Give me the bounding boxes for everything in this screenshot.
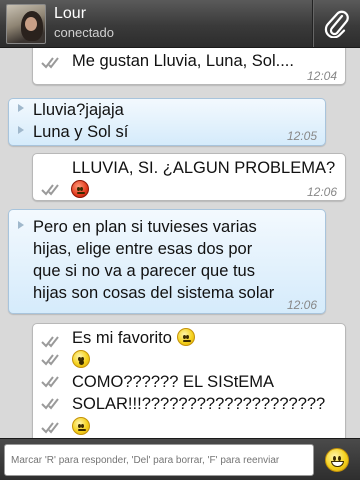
message-arrow-icon	[18, 126, 24, 134]
double-check-icon	[41, 398, 59, 410]
chat-header: Lour conectado	[0, 0, 360, 48]
angry-face-icon	[71, 180, 89, 198]
message-text: LLUVIA, SI. ¿ALGUN PROBLEMA?	[72, 159, 336, 177]
message-text: Lluvia?jajaja	[33, 101, 124, 119]
double-check-icon	[41, 336, 59, 348]
attach-button[interactable]	[312, 0, 360, 47]
double-check-icon	[41, 354, 59, 366]
double-check-icon	[41, 184, 59, 196]
message-time: 12:06	[286, 298, 317, 312]
message-text: COMO?????? EL SIStEMA	[72, 373, 275, 391]
message-text: Pero en plan si tuvieses varias	[33, 218, 257, 236]
smiling-face-icon	[176, 328, 195, 346]
contact-name[interactable]: Lour	[54, 5, 86, 23]
message-text: hijas son cosas del sistema solar	[33, 284, 275, 302]
double-check-icon	[41, 376, 59, 388]
message-time: 12:04	[306, 69, 337, 83]
message-bubble-incoming[interactable]: Lluvia?jajaja Luna y Sol sí 12:05	[8, 98, 326, 146]
message-time: 12:05	[286, 129, 317, 143]
message-bubble-outgoing[interactable]: Me gustan Lluvia, Luna, Sol.... 12:04	[32, 48, 346, 85]
message-time: 12:06	[306, 185, 337, 199]
message-bubble-outgoing[interactable]: Es mi favorito COMO?????? EL SIStEMA SOL…	[32, 323, 346, 438]
message-bubble-outgoing[interactable]: LLUVIA, SI. ¿ALGUN PROBLEMA? 12:06	[32, 153, 346, 201]
message-list[interactable]: Me gustan Lluvia, Luna, Sol.... 12:04 Ll…	[0, 48, 360, 438]
message-text: que si no va a parecer que tus	[33, 262, 255, 280]
double-check-icon	[41, 57, 59, 69]
message-arrow-icon	[18, 221, 24, 229]
message-input[interactable]	[4, 444, 314, 476]
contact-status: conectado	[54, 25, 114, 40]
message-bubble-incoming[interactable]: Pero en plan si tuvieses varias hijas, e…	[8, 209, 326, 314]
message-text: Luna y Sol sí	[33, 123, 129, 141]
emoji-button[interactable]	[322, 445, 352, 475]
message-text: Es mi favorito	[72, 327, 195, 349]
message-arrow-icon	[18, 104, 24, 112]
paperclip-icon	[324, 10, 349, 38]
message-text: Me gustan Lluvia, Luna, Sol....	[72, 52, 294, 70]
contact-avatar[interactable]	[6, 4, 46, 44]
grinning-face-icon	[325, 448, 349, 472]
composer-bar	[0, 438, 360, 480]
surprised-face-icon	[72, 350, 90, 368]
message-text: hijas, elige entre esas dos por	[33, 240, 253, 258]
double-check-icon	[41, 422, 59, 434]
neutral-face-icon	[72, 417, 90, 435]
message-text: SOLAR!!!????????????????????	[72, 395, 326, 413]
